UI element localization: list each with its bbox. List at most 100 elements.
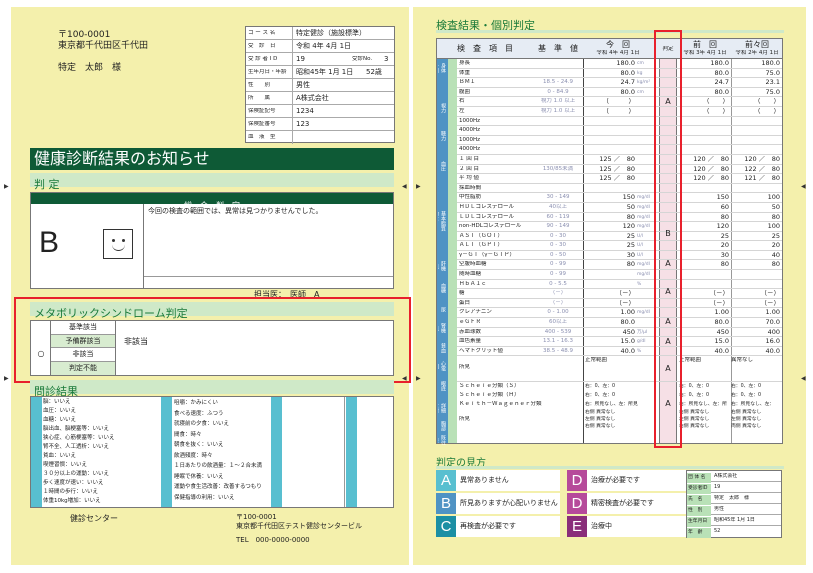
summary-label: 年 齢	[687, 528, 711, 538]
category-label: 聴力	[440, 131, 446, 141]
smiley-icon	[103, 229, 133, 259]
legend-item: D 精密検査が必要です	[567, 493, 691, 514]
fundus-row: Ｓｃｈｅｉｅ分類（Ｓ） 右：0、左：0 右：0、左：0 右：0、左：0	[457, 382, 782, 391]
page-arrow-icon: ◀	[801, 375, 806, 382]
result-item: 右	[459, 98, 465, 105]
result-standard: 30 - 149	[546, 194, 570, 201]
interview-item: 食べる速度：ふつう	[174, 410, 224, 417]
result-prev: 150	[716, 194, 729, 202]
judgment-heading: 判 定	[30, 173, 394, 191]
info-label: 性 別	[248, 82, 271, 88]
result-row: 1000Hz	[457, 136, 782, 146]
fundus-prev: 右：所見なし、左：所	[679, 402, 727, 408]
result-item: ＢＭＩ	[459, 79, 476, 86]
recipient-name: 特定 太郎 様	[58, 63, 122, 73]
result-item: ＬＤＬコレステロール	[459, 213, 515, 220]
results-table: 検 査 項 目 基 準 値 今 回 令和 4年 4月 1日 判定 前 回 令和 …	[436, 38, 783, 445]
result-prev: 450	[716, 328, 729, 336]
legend-box: A 異常ありません B 所見ありますが心配いりません C 再検査が必要です D 治療が必要です…	[436, 470, 691, 539]
result-item: 平 均 値	[459, 175, 479, 182]
result-current: 450	[622, 328, 635, 336]
legend-code: D	[567, 493, 587, 514]
result-standard: 0 - 99	[550, 261, 566, 268]
result-current: 125 ／ 80	[599, 175, 635, 183]
info-row: 受 診 日 令和 4年 4月 1日	[246, 40, 394, 53]
result-standard: 130/85未満	[542, 165, 574, 172]
result-current: （－）	[615, 290, 636, 298]
result-current: 50	[626, 203, 635, 211]
result-item: ｅＧＦＲ	[459, 319, 482, 326]
category-label: 詳細な健診	[438, 403, 446, 413]
fundus-prev: 右：0、左：0	[679, 393, 710, 399]
result-row: 随時血糖 0 - 99 mg/dl	[457, 270, 782, 280]
overall-grade-cell: B	[31, 204, 144, 288]
info-row: 所 属 A株式会社	[246, 92, 394, 105]
result-current: 80.0	[620, 88, 635, 96]
result-row: γ－ＧＴ（γ－ＧＴＰ） 0 - 50 30 U/l 30 40	[457, 251, 782, 261]
info-label: 保険証番号	[248, 121, 276, 127]
summary-row: 生年月日 昭和45年 1月 1日	[687, 515, 781, 527]
result-prev: 120 ／ 80	[693, 165, 729, 173]
result-prev: 80	[720, 213, 729, 221]
fundus-item: Ｓｃｈｅｉｅ分類（Ｈ）	[459, 392, 520, 399]
result-row: 蛋白 （－） （－） （－） （－）	[457, 299, 782, 309]
fundus-item: Ｓｃｈｅｉｅ分類（Ｓ）	[459, 383, 520, 390]
result-prev2: 75.0	[765, 88, 780, 96]
result-current: 120	[622, 223, 635, 231]
patient-info-table: コ ー ス 名 特定健診（施設標準） 受 診 日 令和 4年 4月 1日受 診 者 I…	[245, 26, 395, 144]
result-current: 80.0	[620, 69, 635, 77]
null	[292, 131, 293, 144]
result-prev: 180.0	[710, 60, 729, 67]
result-row: ＨｂＡ１ｃ 0 - 5.5%	[457, 280, 782, 290]
chest-prev2: 右側 異常なし	[731, 410, 762, 416]
fundus-prev2: 右：0、左：0	[731, 393, 762, 399]
result-prev2: 100	[767, 194, 780, 202]
result-item: ＨｂＡ１ｃ	[459, 280, 487, 287]
result-prev: 15.0	[714, 338, 729, 346]
fundus-current: 右：所見なし、左：所見	[585, 402, 638, 408]
interview-item: １日あたりの飲酒量：１～２合未満	[174, 463, 263, 469]
overall-judgment-box: 総 合 判 定 B 今回の検査の範囲では、異常は見つかりませんでした。	[30, 192, 394, 289]
result-row: 採血時間	[457, 184, 782, 194]
null	[292, 92, 293, 105]
info-row: 性 別 男性	[246, 79, 394, 92]
result-row: ＬＤＬコレステロール 60 - 119 80 mg/dl 80 80	[457, 213, 782, 223]
main-banner: 健康診断結果のお知らせ	[30, 148, 394, 170]
category-label: 身体計測	[438, 63, 446, 73]
summary-value: 19	[714, 484, 721, 490]
legend-text: 治療中	[591, 522, 612, 530]
interview-heading: 問診結果	[30, 380, 394, 398]
result-prev: 40.0	[714, 347, 729, 355]
result-prev: 80	[720, 261, 729, 269]
result-prev2: 20	[771, 242, 780, 250]
overall-header: 総 合 判 定	[31, 193, 393, 210]
page-arrow-icon: ◀	[801, 183, 806, 190]
legend-text: 再検査が必要です	[460, 522, 516, 530]
result-prev2: 400	[767, 328, 780, 336]
result-standard: 0 - 30	[550, 242, 566, 249]
result-item: 腹囲	[459, 88, 471, 95]
fundus-current: 右：0、左：0	[585, 384, 616, 390]
result-standard: 0 - 30	[550, 232, 566, 239]
interview-item: 体重10kg増加：いいえ	[43, 498, 101, 504]
interview-item: １時間の歩行：いいえ	[43, 489, 99, 495]
chest-row: 右側 異常なし 右側 異常なし 右側 異常なし	[457, 409, 782, 416]
legend-text: 精密検査が必要です	[591, 499, 654, 507]
chest-current: 右側 異常なし	[585, 410, 616, 416]
result-current: 150	[622, 194, 635, 202]
result-prev: （ ）	[703, 98, 729, 106]
result-row: 糖 （－） （－） （－） （－）	[457, 289, 782, 299]
chest-prev2: 左側 異常なし	[731, 417, 762, 423]
result-item: 1000Hz	[459, 117, 481, 124]
result-standard: 0 - 84.9	[547, 88, 569, 95]
info-label: 所 属	[248, 95, 271, 101]
judge-column-highlight	[654, 30, 682, 448]
legend-item: A 異常ありません	[436, 470, 560, 491]
legend-code: D	[567, 470, 587, 491]
comment-divider	[144, 276, 393, 277]
ecg-prev: 正常範囲	[679, 357, 702, 364]
info-row: コ ー ス 名 特定健診（施設標準）	[246, 27, 394, 40]
result-prev: 80.0	[714, 69, 729, 77]
result-prev2: 40.0	[765, 347, 780, 355]
summary-row: 年 齢 52	[687, 526, 781, 538]
